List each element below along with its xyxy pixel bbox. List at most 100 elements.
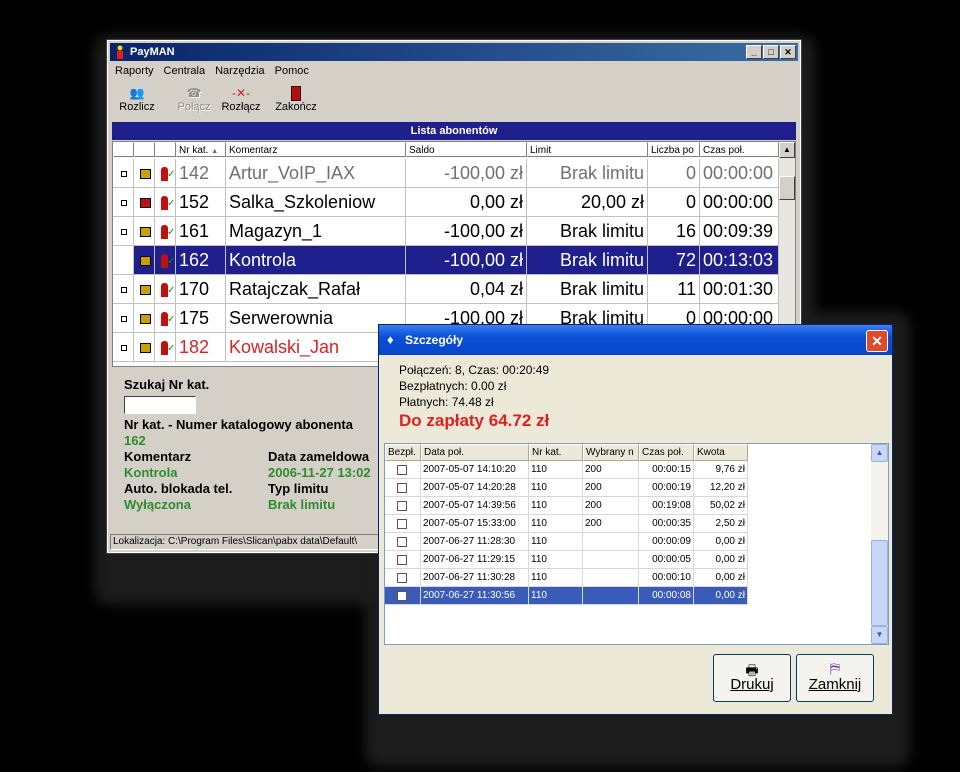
menu-raporty[interactable]: Raporty [110,63,159,79]
title-bar[interactable]: PayMAN _ □ ✕ [110,43,798,61]
cell-komentarz: Kontrola [226,246,406,275]
user-status-icon [161,283,175,298]
payman-app-icon [117,45,123,59]
col-header-nr[interactable]: Nr kat. [529,444,583,461]
cell-data: 2007-05-07 14:39:56 [421,497,529,515]
table-row[interactable]: 170Ratajczak_Rafał0,04 złBrak limitu1100… [113,275,779,304]
cell-saldo: 0,00 zł [406,188,527,217]
print-label: Drukuj [730,676,774,693]
rozlicz-label: Rozlicz [119,101,155,113]
scroll-thumb[interactable] [871,540,888,626]
search-input[interactable] [124,396,196,414]
cell-wybrany [583,587,639,605]
bullet-icon [121,229,127,236]
cell-czas: 00:00:00 [700,188,779,217]
typ-value: Brak limitu [268,497,336,512]
menu-pomoc[interactable]: Pomoc [270,63,314,79]
checkbox[interactable] [397,483,407,493]
menu-narzedzia[interactable]: Narzędzia [210,63,270,79]
scroll-down-icon[interactable]: ▼ [871,626,888,644]
cell-data: 2007-05-07 14:20:28 [421,479,529,497]
cell-saldo: -100,00 zł [406,159,527,188]
lock-icon [140,343,151,354]
checkbox[interactable] [397,537,407,547]
free-checkbox-cell [385,515,421,533]
user-status-icon [161,196,175,211]
col-header-data[interactable]: Data poł. [421,444,529,461]
zakoncz-button[interactable]: Zakończ [272,84,320,118]
cell-kwota: 9,76 zł [694,461,748,479]
blokada-label: Auto. blokada tel. [124,481,233,496]
cell-czas: 00:00:15 [639,461,694,479]
print-button[interactable]: 🖶 Drukuj [713,654,791,702]
cell-data: 2007-06-27 11:30:28 [421,569,529,587]
dialog-title-bar[interactable]: ♦ Szczegóły ✕ [379,325,892,355]
col-header-blank1[interactable] [113,142,134,157]
cell-wybrany: 200 [583,461,639,479]
col-header-bezpl[interactable]: Bezpł. [385,444,421,461]
lock-cell [134,275,155,304]
row-marker [113,275,134,304]
col-header-wybrany[interactable]: Wybrany n [583,444,639,461]
menu-centrala[interactable]: Centrala [159,63,211,79]
cell-liczba: 11 [648,275,700,304]
close-button[interactable]: ⛿ Zamknij [796,654,874,702]
scroll-up-icon[interactable]: ▲ [779,142,795,158]
cell-wybrany [583,569,639,587]
close-button[interactable]: ✕ [780,45,796,59]
cell-wybrany: 200 [583,515,639,533]
table-row[interactable]: 162Kontrola-100,00 złBrak limitu7200:13:… [113,246,779,275]
komentarz-label: Komentarz [124,449,192,464]
rozlacz-button[interactable]: -✕- Rozłącz [218,84,264,118]
checkbox[interactable] [397,573,407,583]
scroll-thumb[interactable] [779,176,795,200]
scroll-up-icon[interactable]: ▲ [871,444,888,462]
cell-kwota: 0,00 zł [694,551,748,569]
col-header-czas[interactable]: Czas poł. [700,142,779,157]
row-marker [113,188,134,217]
cell-komentarz: Artur_VoIP_IAX [226,159,406,188]
col-header-czas[interactable]: Czas poł. [639,444,694,461]
checkbox[interactable] [397,591,407,601]
maximize-button[interactable]: □ [763,45,779,59]
free-checkbox-cell [385,569,421,587]
calls-scrollbar[interactable]: ▲ ▼ [871,444,888,644]
free-checkbox-cell [385,587,421,605]
col-header-limit[interactable]: Limit [527,142,648,157]
col-header-nr[interactable]: Nr kat. ▲ [176,142,226,157]
checkbox[interactable] [397,501,407,511]
table-row[interactable]: 142Artur_VoIP_IAX-100,00 złBrak limitu00… [113,159,779,188]
checkbox[interactable] [397,555,407,565]
cell-kwota: 12,20 zł [694,479,748,497]
lock-cell [134,217,155,246]
cell-komentarz: Ratajczak_Rafał [226,275,406,304]
user-status-icon [161,341,175,356]
col-header-komentarz[interactable]: Komentarz [226,142,406,157]
checkbox[interactable] [397,519,407,529]
bullet-icon [121,171,127,178]
rozlicz-button[interactable]: 👥 Rozlicz [115,84,159,118]
col-header-saldo[interactable]: Saldo [406,142,527,157]
lock-cell [134,246,155,275]
col-header-blank2[interactable] [134,142,155,157]
col-header-kwota[interactable]: Kwota [694,444,748,461]
lock-icon [140,285,151,296]
table-row[interactable]: 152Salka_Szkoleniow0,00 zł20,00 zł000:00… [113,188,779,217]
cell-data: 2007-06-27 11:28:30 [421,533,529,551]
cell-limit: Brak limitu [527,246,648,275]
free-checkbox-cell [385,479,421,497]
cell-limit: Brak limitu [527,217,648,246]
cell-data: 2007-06-27 11:30:56 [421,587,529,605]
cell-czas: 00:00:09 [639,533,694,551]
minimize-button[interactable]: _ [746,45,762,59]
status-cell [155,188,176,217]
checkbox[interactable] [397,465,407,475]
row-marker [113,159,134,188]
table-row[interactable]: 161Magazyn_1-100,00 złBrak limitu1600:09… [113,217,779,246]
polacz-button[interactable]: ☎ Połącz [172,84,216,118]
cell-kwota: 0,00 zł [694,587,748,605]
row-marker [113,246,134,275]
col-header-blank3[interactable] [155,142,176,157]
dialog-close-icon[interactable]: ✕ [866,330,888,352]
col-header-liczba[interactable]: Liczba po [648,142,700,157]
